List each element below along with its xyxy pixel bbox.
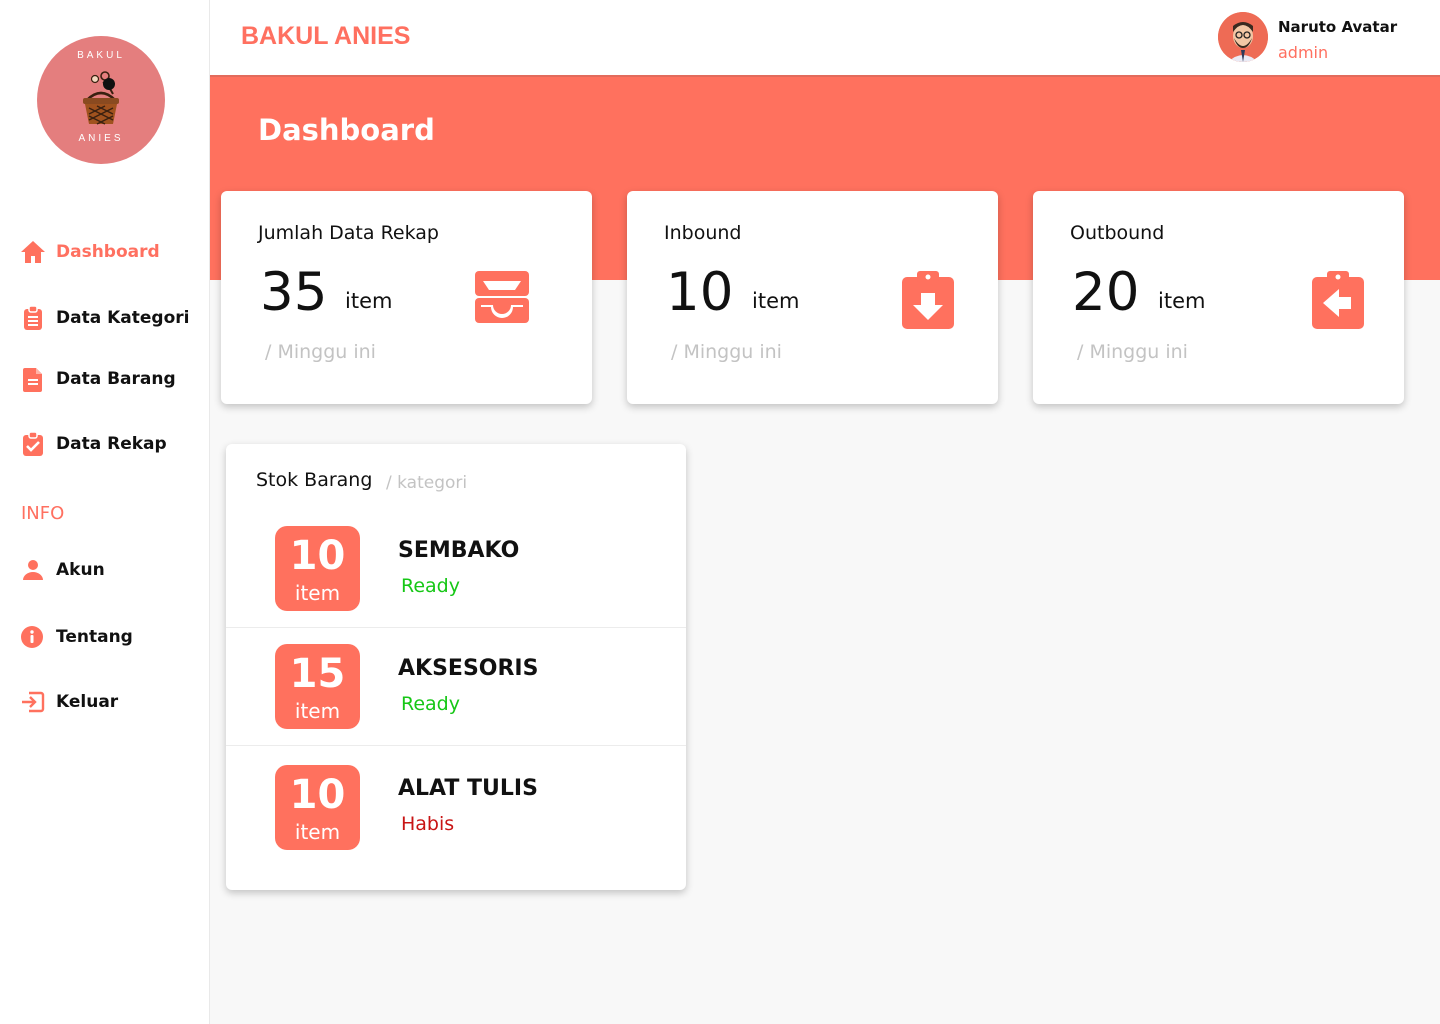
sidebar-item-label: Data Kategori bbox=[56, 308, 190, 328]
list-item[interactable]: 10 item ALAT TULIS Habis bbox=[226, 746, 686, 864]
stat-unit: item bbox=[752, 289, 800, 313]
user-name: Naruto Avatar bbox=[1278, 18, 1398, 36]
file-text-icon bbox=[20, 366, 46, 392]
stock-title: Stok Barang bbox=[256, 469, 373, 491]
logout-icon bbox=[20, 689, 46, 715]
stat-card-outbound: Outbound 20 item / Minggu ini bbox=[1033, 191, 1404, 404]
stock-count: 10 bbox=[289, 533, 346, 579]
stat-period: / Minggu ini bbox=[1077, 341, 1188, 363]
sidebar-item-label: Data Rekap bbox=[56, 434, 167, 454]
top-bar: BAKUL ANIES Naruto Avatar admin bbox=[210, 0, 1440, 77]
stock-count-badge: 10 item bbox=[275, 526, 360, 611]
clipboard-arrow-down-icon bbox=[901, 269, 955, 333]
stat-title: Inbound bbox=[664, 222, 742, 244]
sidebar-item-data-kategori[interactable]: Data Kategori bbox=[20, 303, 189, 333]
stat-card-rekap: Jumlah Data Rekap 35 item / Minggu ini bbox=[221, 191, 592, 404]
basket-icon bbox=[83, 71, 119, 125]
sidebar-item-data-barang[interactable]: Data Barang bbox=[20, 364, 176, 394]
stock-card: Stok Barang / kategori 10 item SEMBAKO R… bbox=[226, 444, 686, 890]
category-name: AKSESORIS bbox=[398, 656, 539, 681]
stock-unit: item bbox=[294, 699, 341, 723]
sidebar-item-label: Akun bbox=[56, 560, 105, 580]
stat-period: / Minggu ini bbox=[265, 341, 376, 363]
stat-value: 20 bbox=[1072, 262, 1140, 323]
user-role: admin bbox=[1278, 43, 1329, 62]
stat-card-inbound: Inbound 10 item / Minggu ini bbox=[627, 191, 998, 404]
stat-value: 35 bbox=[260, 262, 328, 323]
stat-unit: item bbox=[345, 289, 393, 313]
logo-top-text: BAKUL bbox=[77, 50, 125, 61]
sidebar-item-label: Keluar bbox=[56, 692, 119, 712]
sidebar-item-akun[interactable]: Akun bbox=[20, 555, 105, 585]
user-icon bbox=[20, 557, 46, 583]
stock-status: Ready bbox=[401, 575, 460, 597]
stock-count: 10 bbox=[289, 772, 346, 818]
stock-status: Habis bbox=[401, 813, 455, 835]
stock-status: Ready bbox=[401, 693, 460, 715]
info-icon bbox=[20, 624, 46, 650]
app-title: BAKUL ANIES bbox=[241, 22, 411, 50]
stock-count-badge: 10 item bbox=[275, 765, 360, 850]
clipboard-check-icon bbox=[20, 431, 46, 457]
user-menu[interactable]: Naruto Avatar admin bbox=[1218, 12, 1428, 64]
sidebar: BAKUL ANIES Dashboard Data Kategori Data… bbox=[0, 0, 210, 1024]
category-name: ALAT TULIS bbox=[398, 776, 538, 801]
list-item[interactable]: 15 item AKSESORIS Ready bbox=[226, 628, 686, 746]
stat-title: Jumlah Data Rekap bbox=[258, 222, 439, 244]
sidebar-item-data-rekap[interactable]: Data Rekap bbox=[20, 429, 167, 459]
sidebar-section-info: INFO bbox=[21, 503, 65, 524]
clipboard-arrow-left-icon bbox=[1311, 269, 1365, 333]
stat-value: 10 bbox=[666, 262, 734, 323]
avatar bbox=[1218, 12, 1268, 62]
stat-title: Outbound bbox=[1070, 222, 1165, 244]
sidebar-item-label: Tentang bbox=[56, 627, 133, 647]
stat-unit: item bbox=[1158, 289, 1206, 313]
category-name: SEMBAKO bbox=[398, 538, 520, 563]
logo-bottom-text: ANIES bbox=[78, 133, 124, 144]
sidebar-item-dashboard[interactable]: Dashboard bbox=[20, 237, 160, 267]
home-icon bbox=[20, 239, 46, 265]
stock-count-badge: 15 item bbox=[275, 644, 360, 729]
stock-unit: item bbox=[294, 581, 341, 605]
brand-logo[interactable]: BAKUL ANIES bbox=[37, 36, 165, 164]
sidebar-item-label: Dashboard bbox=[56, 242, 160, 262]
stock-unit: item bbox=[294, 820, 341, 844]
page-title: Dashboard bbox=[258, 113, 435, 147]
list-item[interactable]: 10 item SEMBAKO Ready bbox=[226, 510, 686, 628]
sidebar-item-tentang[interactable]: Tentang bbox=[20, 622, 133, 652]
inbox-tray-icon bbox=[475, 269, 529, 329]
sidebar-item-keluar[interactable]: Keluar bbox=[20, 687, 118, 717]
stock-count: 15 bbox=[289, 651, 346, 697]
sidebar-item-label: Data Barang bbox=[56, 369, 176, 389]
stat-period: / Minggu ini bbox=[671, 341, 782, 363]
stock-subtitle: / kategori bbox=[386, 473, 468, 493]
clipboard-list-icon bbox=[20, 305, 46, 331]
